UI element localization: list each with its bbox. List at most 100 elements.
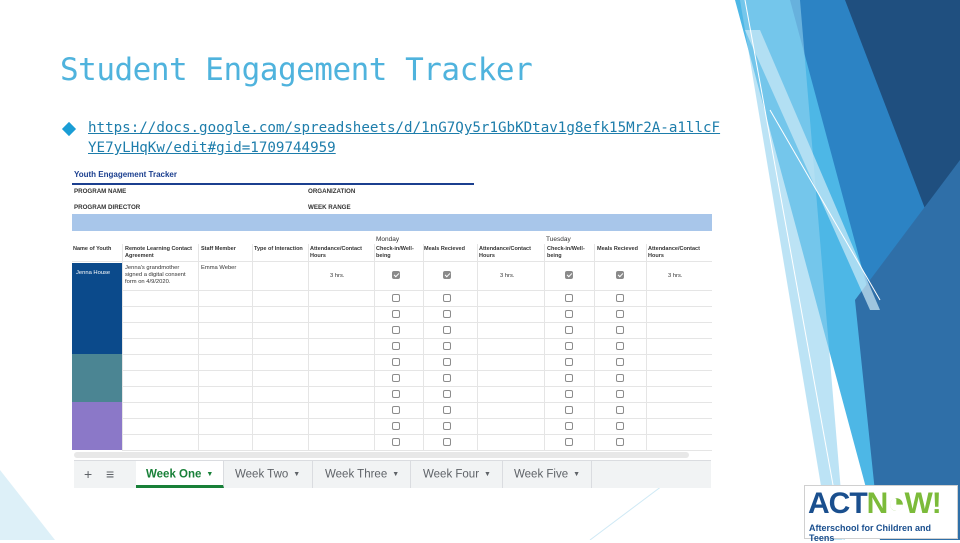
row-divider: [122, 290, 712, 291]
add-sheet-icon[interactable]: +: [84, 466, 92, 482]
logo-subtitle: Afterschool for Children and Teens: [809, 523, 932, 543]
row-divider: [122, 450, 712, 451]
checkbox[interactable]: [616, 358, 624, 366]
checkbox[interactable]: [443, 294, 451, 302]
youth-name-cell[interactable]: [72, 386, 122, 402]
col-header-remote: Remote Learning Contact Agreement: [125, 246, 192, 259]
row-divider: [122, 338, 712, 339]
checkbox[interactable]: [565, 374, 573, 382]
checkbox[interactable]: [565, 358, 573, 366]
column-divider: [544, 244, 545, 450]
col-header-tue-meals: Meals Recieved: [597, 246, 638, 252]
checkbox[interactable]: [616, 374, 624, 382]
day-monday: Monday: [376, 236, 400, 243]
checkbox[interactable]: [616, 271, 624, 279]
checkbox[interactable]: [443, 310, 451, 318]
row-divider: [122, 386, 712, 387]
checkbox[interactable]: [616, 342, 624, 350]
tab-week-five[interactable]: Week Five ▼: [504, 461, 592, 488]
col-header-mon-attendance: Attendance/Contact Hours: [310, 246, 362, 259]
checkbox[interactable]: [616, 310, 624, 318]
column-divider: [477, 244, 478, 450]
column-divider: [374, 244, 375, 450]
checkbox[interactable]: [565, 326, 573, 334]
tab-week-three[interactable]: Week Three ▼: [315, 461, 411, 488]
youth-name-cell[interactable]: [72, 322, 122, 338]
checkbox[interactable]: [392, 358, 400, 366]
sheet-tabs-bar: + ≡ Week One ▼ Week Two ▼ Week Three ▼ Week…: [74, 460, 711, 488]
organization-label: ORGANIZATION: [308, 188, 356, 195]
checkbox[interactable]: [616, 294, 624, 302]
checkbox[interactable]: [392, 374, 400, 382]
checkbox[interactable]: [392, 406, 400, 414]
checkbox[interactable]: [565, 422, 573, 430]
checkbox[interactable]: [616, 390, 624, 398]
staff-cell: Emma Weber: [201, 265, 237, 271]
header-divider: [72, 261, 712, 262]
checkbox[interactable]: [392, 342, 400, 350]
mon-hours-cell: 3 hrs.: [330, 273, 345, 279]
checkbox[interactable]: [443, 342, 451, 350]
checkbox[interactable]: [392, 271, 400, 279]
row-divider: [122, 418, 712, 419]
checkbox[interactable]: [443, 406, 451, 414]
checkbox[interactable]: [443, 422, 451, 430]
agreement-cell: Jenna's grandmother signed a digital con…: [125, 265, 186, 285]
youth-name-cell[interactable]: [72, 290, 122, 306]
checkbox[interactable]: [565, 390, 573, 398]
col-header-staff: Staff Member: [201, 246, 236, 252]
tab-week-four[interactable]: Week Four ▼: [413, 461, 503, 488]
tab-week-one[interactable]: Week One ▼: [136, 461, 224, 488]
col-header-tue-attendance: Attendance/Contact Hours: [479, 246, 531, 259]
col-header-type: Type of Interaction: [254, 246, 303, 252]
checkbox[interactable]: [392, 294, 400, 302]
youth-name-cell[interactable]: [72, 354, 122, 370]
slide-title: Student Engagement Tracker: [60, 52, 533, 88]
horizontal-scrollbar[interactable]: [74, 452, 689, 458]
all-sheets-icon[interactable]: ≡: [106, 466, 114, 482]
checkbox[interactable]: [565, 438, 573, 446]
youth-name-cell[interactable]: [72, 402, 122, 418]
checkbox[interactable]: [616, 438, 624, 446]
youth-name-cell[interactable]: [72, 338, 122, 354]
spreadsheet-link[interactable]: https://docs.google.com/spreadsheets/d/1…: [88, 118, 728, 158]
column-divider: [646, 244, 647, 450]
col-header-tue-checkin: Check-in/Well-being: [547, 246, 585, 259]
youth-name-cell[interactable]: Jenna House: [72, 263, 122, 290]
tab-week-two[interactable]: Week Two ▼: [225, 461, 313, 488]
checkbox[interactable]: [392, 438, 400, 446]
youth-name-cell[interactable]: [72, 306, 122, 322]
checkbox[interactable]: [443, 358, 451, 366]
row-divider: [122, 322, 712, 323]
checkbox[interactable]: [443, 390, 451, 398]
sheet-title: Youth Engagement Tracker: [74, 170, 177, 179]
checkbox[interactable]: [392, 326, 400, 334]
col-header-name: Name of Youth: [73, 246, 112, 252]
checkbox[interactable]: [443, 271, 451, 279]
checkbox[interactable]: [392, 390, 400, 398]
checkbox[interactable]: [443, 374, 451, 382]
checkbox[interactable]: [565, 342, 573, 350]
checkbox[interactable]: [616, 406, 624, 414]
program-director-label: PROGRAM DIRECTOR: [74, 204, 141, 211]
checkbox[interactable]: [443, 326, 451, 334]
checkbox[interactable]: [392, 422, 400, 430]
checkbox[interactable]: [616, 326, 624, 334]
checkbox[interactable]: [565, 310, 573, 318]
col-header-wed-attendance: Attendance/Contact Hours: [648, 246, 700, 259]
checkbox[interactable]: [443, 438, 451, 446]
youth-name-cell[interactable]: [72, 434, 122, 450]
column-divider: [198, 244, 199, 450]
checkbox[interactable]: [616, 422, 624, 430]
column-divider: [252, 244, 253, 450]
header-band: [72, 214, 712, 231]
youth-name-cell[interactable]: [72, 418, 122, 434]
checkbox[interactable]: [392, 310, 400, 318]
spreadsheet-preview: Youth Engagement Tracker PROGRAM NAME OR…: [70, 166, 712, 486]
youth-name-cell[interactable]: [72, 370, 122, 386]
logo-wordmark: ACTN◔W!: [808, 487, 942, 520]
checkbox[interactable]: [565, 294, 573, 302]
checkbox[interactable]: [565, 406, 573, 414]
checkbox[interactable]: [565, 271, 573, 279]
day-tuesday: Tuesday: [546, 236, 571, 243]
